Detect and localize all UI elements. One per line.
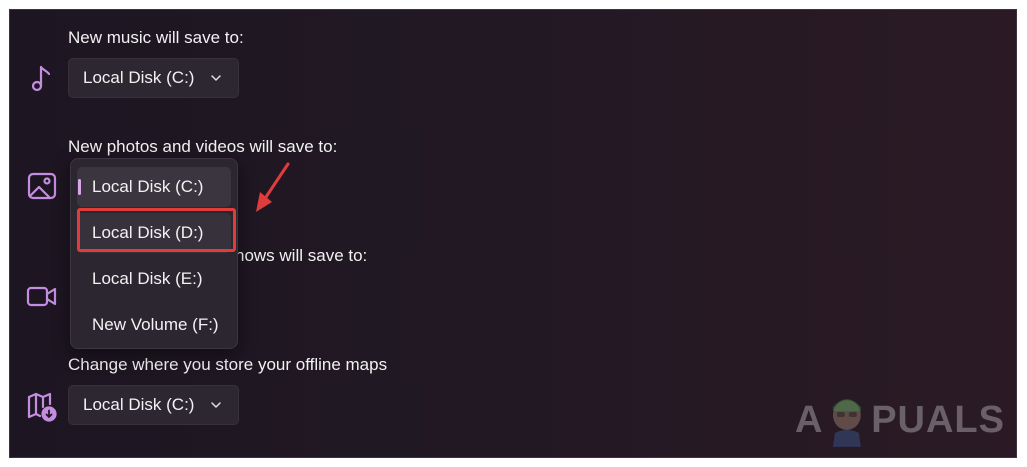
dropdown-option-c[interactable]: Local Disk (C:) — [77, 167, 231, 207]
annotation-highlight-box — [77, 208, 236, 252]
photos-save-label: New photos and videos will save to: — [68, 137, 338, 156]
chevron-down-icon — [211, 402, 221, 408]
music-save-label: New music will save to: — [68, 28, 244, 47]
photos-location-dropdown: Local Disk (C:) Local Disk (D:) Local Di… — [70, 158, 238, 349]
dropdown-option-label: Local Disk (C:) — [92, 177, 204, 196]
appuals-watermark: A PUALS — [795, 390, 1005, 450]
dropdown-option-label: Local Disk (E:) — [92, 269, 203, 288]
maps-save-label: Change where you store your offline maps — [68, 355, 388, 374]
video-camera-icon — [26, 280, 58, 312]
selected-indicator — [78, 179, 81, 195]
movies-save-label: hows will save to: — [235, 246, 368, 265]
maps-location-select[interactable]: Local Disk (C:) — [68, 385, 239, 425]
chevron-down-icon — [211, 75, 221, 81]
maps-location-value: Local Disk (C:) — [83, 395, 195, 414]
annotation-arrow-icon — [256, 162, 290, 212]
map-download-icon — [26, 390, 58, 422]
music-note-icon — [26, 62, 58, 94]
music-location-select[interactable]: Local Disk (C:) — [68, 58, 239, 98]
watermark-text-right: PUALS — [871, 398, 1005, 441]
storage-settings-panel: New music will save to: Local Disk (C:) … — [9, 9, 1017, 458]
mascot-logo-icon — [833, 399, 862, 447]
dropdown-option-label: New Volume (F:) — [92, 315, 219, 334]
watermark-text-left: A — [795, 398, 824, 441]
dropdown-option-e[interactable]: Local Disk (E:) — [77, 259, 231, 299]
dropdown-option-f[interactable]: New Volume (F:) — [77, 305, 231, 345]
image-icon — [26, 170, 58, 202]
music-location-value: Local Disk (C:) — [83, 68, 195, 87]
